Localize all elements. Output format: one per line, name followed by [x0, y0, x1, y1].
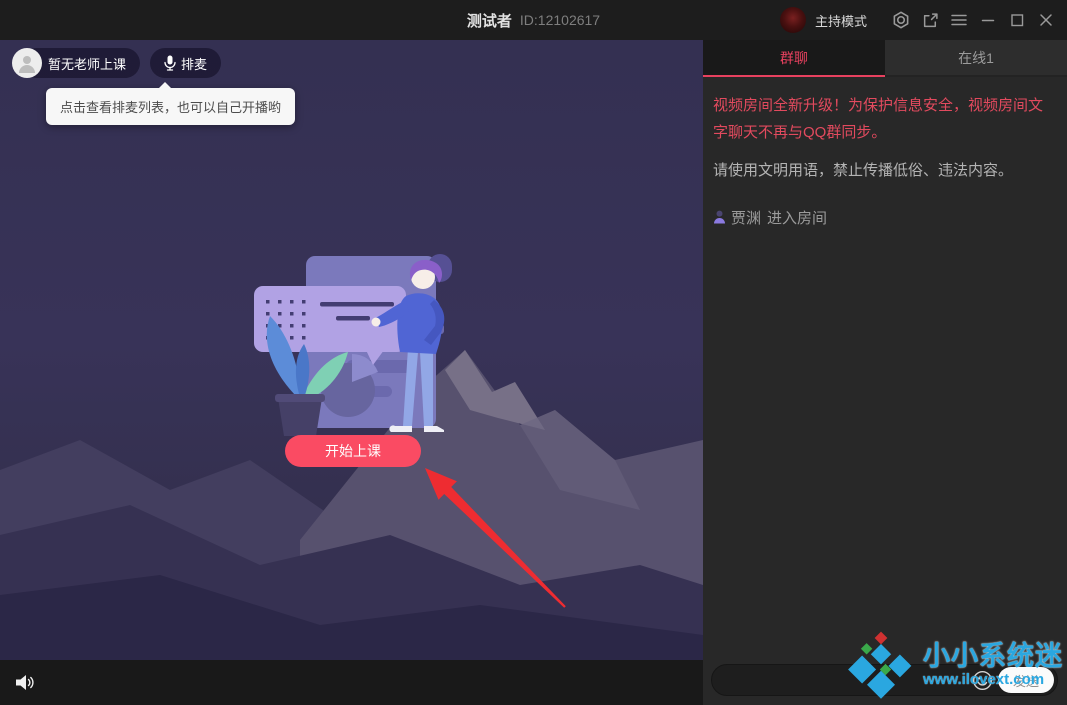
room-title: 测试者 [467, 10, 512, 31]
title-group: 测试者 ID:12102617 [467, 0, 600, 40]
mic-queue-tooltip: 点击查看排麦列表，也可以自己开播哟 [46, 88, 295, 125]
mic-icon [164, 55, 176, 71]
system-announcement: 视频房间全新升级！为保护信息安全，视频房间文字聊天不再与QQ群同步。 [713, 92, 1057, 146]
settings-gear-icon[interactable] [892, 11, 910, 29]
teacher-avatar-icon [12, 48, 42, 78]
titlebar-controls: 主持模式 [780, 0, 1055, 40]
close-icon[interactable] [1037, 11, 1055, 29]
chat-input[interactable]: 发送 [711, 664, 1058, 696]
tab-group-chat[interactable]: 群聊 [703, 40, 885, 77]
member-name: 贾渊 [731, 207, 761, 228]
volume-icon[interactable] [14, 673, 36, 692]
chat-panel: 群聊 在线1 视频房间全新升级！为保护信息安全，视频房间文字聊天不再与QQ群同步… [703, 40, 1067, 705]
tooltip-arrow [158, 82, 172, 89]
send-button[interactable]: 发送 [998, 667, 1054, 693]
titlebar: 测试者 ID:12102617 主持模式 [0, 0, 1067, 40]
mic-queue-badge[interactable]: 排麦 [150, 48, 221, 78]
video-stage: 暂无老师上课 排麦 点击查看排麦列表，也可以自己开播哟 [0, 40, 703, 705]
chat-input-row: 发送 [711, 664, 1058, 696]
stage-control-bar [0, 660, 703, 705]
room-id: ID:12102617 [520, 12, 600, 28]
stage-badges: 暂无老师上课 排麦 [12, 48, 221, 78]
room-event: 贾渊 进入房间 [713, 207, 1057, 228]
classroom-illustration [248, 248, 463, 438]
user-avatar[interactable] [780, 7, 806, 33]
emoji-icon[interactable] [972, 670, 993, 691]
event-action: 进入房间 [767, 207, 827, 228]
mic-queue-label: 排麦 [181, 54, 207, 73]
host-mode-label: 主持模式 [815, 11, 867, 30]
tab-online-label: 在线1 [958, 48, 994, 68]
tooltip-text: 点击查看排麦列表，也可以自己开播哟 [60, 100, 281, 115]
minimize-icon[interactable] [979, 11, 997, 29]
menu-icon[interactable] [950, 11, 968, 29]
chat-tabs: 群聊 在线1 [703, 40, 1067, 77]
start-class-button[interactable]: 开始上课 [285, 435, 421, 467]
popout-icon[interactable] [921, 11, 939, 29]
member-icon [713, 210, 726, 224]
civility-notice: 请使用文明用语，禁止传播低俗、违法内容。 [713, 160, 1057, 183]
tab-online[interactable]: 在线1 [885, 40, 1067, 77]
app-window: 测试者 ID:12102617 主持模式 [0, 0, 1067, 705]
tab-group-chat-label: 群聊 [780, 48, 808, 68]
message-list: 视频房间全新升级！为保护信息安全，视频房间文字聊天不再与QQ群同步。 请使用文明… [703, 77, 1067, 228]
maximize-icon[interactable] [1008, 11, 1026, 29]
